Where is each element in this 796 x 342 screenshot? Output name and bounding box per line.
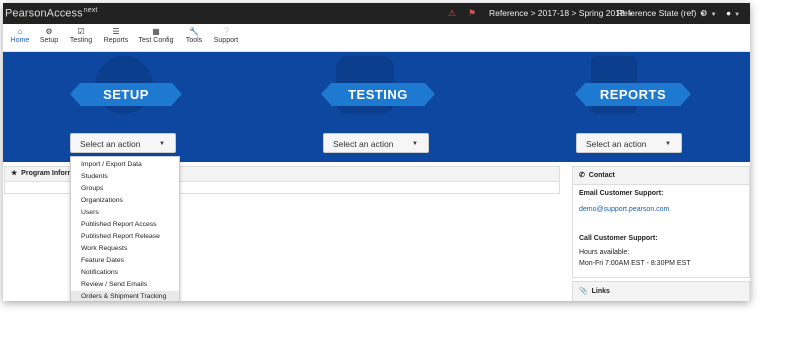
hours-label: Hours available: [579, 249, 630, 256]
brand-sup: next [83, 7, 98, 14]
caret-down-icon: ▼ [665, 141, 671, 147]
wrench-icon: 🔧 [189, 27, 199, 36]
caret-down-icon: ▼ [412, 141, 418, 147]
paperclip-icon: 📎 [579, 288, 588, 295]
menu-item-published-report-access[interactable]: Published Report Access [71, 219, 179, 231]
state-label: Reference State (ref) [617, 8, 697, 18]
support-email-link[interactable]: demo@support.pearson.com [579, 206, 669, 213]
menu-item-students[interactable]: Students [71, 171, 179, 183]
select-label: Select an action [80, 139, 141, 149]
flag-icon[interactable]: ⚑ [468, 8, 476, 19]
menu-item-feature-dates[interactable]: Feature Dates [71, 255, 179, 267]
testing-title: TESTING [348, 87, 408, 102]
panel-header: 📎 Links [573, 282, 749, 301]
email-label: Email Customer Support: [579, 190, 664, 197]
user-menu[interactable]: ● ▼ [726, 8, 740, 18]
state-selector[interactable]: Reference State (ref) ▼ [617, 8, 705, 18]
ribbon-tail [575, 83, 585, 105]
gear-icon: ⚙ [700, 8, 708, 18]
user-icon: ● [726, 8, 732, 18]
links-panel: 📎 Links [572, 281, 750, 301]
phone-icon: ✆ [579, 172, 585, 179]
nav-label: Tools [185, 37, 203, 44]
list-icon: ☰ [112, 27, 120, 36]
nav-tools[interactable]: 🔧 Tools [183, 27, 205, 44]
checkbox-icon: ☑ [77, 27, 85, 36]
menu-item-organizations[interactable]: Organizations [71, 195, 179, 207]
bell-icon[interactable]: ⚠ [448, 8, 456, 19]
nav-label: Support [213, 37, 239, 44]
contact-panel: ✆ Contact Email Customer Support: demo@s… [572, 166, 750, 278]
top-bar: PearsonAccessnext ⚠ ⚑ Reference > 2017-1… [3, 3, 750, 24]
setup-action-menu: Import / Export Data Students Groups Org… [70, 156, 180, 301]
home-icon: ⌂ [17, 27, 23, 36]
reports-ribbon: REPORTS [575, 83, 691, 106]
nav-label: Test Config [138, 37, 174, 44]
ribbon-tail [321, 83, 331, 105]
menu-item-groups[interactable]: Groups [71, 183, 179, 195]
setup-ribbon: SETUP [70, 83, 182, 106]
menu-item-review-send-emails[interactable]: Review / Send Emails [71, 279, 179, 291]
brand-text: PearsonAccess [5, 7, 83, 20]
nav-label: Setup [39, 37, 59, 44]
menu-item-orders-shipment[interactable]: Orders & Shipment Tracking [71, 291, 179, 301]
nav-support[interactable]: ❔ Support [212, 27, 240, 44]
call-label: Call Customer Support: [579, 235, 658, 242]
panel-title: Program Inform [21, 170, 74, 177]
hero-banner: SETUP TESTING REPORTS Select an action ▼… [3, 52, 750, 162]
nav-setup[interactable]: ⚙ Setup [37, 27, 61, 44]
ribbon-tail [425, 83, 435, 105]
testing-action-select[interactable]: Select an action ▼ [323, 133, 429, 153]
panel-title: Contact [588, 172, 615, 179]
brand-logo[interactable]: PearsonAccessnext [5, 7, 97, 20]
nav-home[interactable]: ⌂ Home [8, 27, 32, 44]
hours-value: Mon-Fri 7:00AM EST - 8:30PM EST [579, 260, 691, 267]
question-icon: ❔ [221, 27, 231, 36]
select-label: Select an action [586, 139, 647, 149]
context-label: Reference > 2017-18 > Spring 2018 [489, 8, 625, 18]
app-window: PearsonAccessnext ⚠ ⚑ Reference > 2017-1… [3, 3, 750, 301]
menu-item-published-report-release[interactable]: Published Report Release [71, 231, 179, 243]
settings-menu[interactable]: ⚙ ▼ [700, 8, 717, 19]
nav-label: Home [10, 37, 30, 44]
nav-test-config[interactable]: ▦ Test Config [138, 27, 174, 44]
context-selector[interactable]: Reference > 2017-18 > Spring 2018 ▼ [489, 8, 634, 18]
reports-title: REPORTS [599, 87, 667, 102]
panel-title: Links [591, 288, 610, 295]
setup-title: SETUP [103, 87, 149, 102]
chevron-down-icon: ▼ [734, 12, 741, 18]
ribbon-tail [172, 83, 182, 105]
reports-action-select[interactable]: Select an action ▼ [576, 133, 682, 153]
testing-ribbon: TESTING [321, 83, 435, 106]
ribbon-tail [70, 83, 80, 105]
main-nav: ⌂ Home ⚙ Setup ☑ Testing ☰ Reports ▦ Tes… [3, 24, 750, 52]
nav-label: Testing [69, 37, 93, 44]
menu-item-notifications[interactable]: Notifications [71, 267, 179, 279]
star-icon: ★ [11, 170, 18, 177]
nav-label: Reports [103, 37, 129, 44]
menu-item-work-requests[interactable]: Work Requests [71, 243, 179, 255]
nav-reports[interactable]: ☰ Reports [102, 27, 130, 44]
setup-action-select[interactable]: Select an action ▼ [70, 133, 176, 153]
gear-icon: ⚙ [45, 27, 53, 36]
ribbon-tail [681, 83, 691, 105]
nav-testing[interactable]: ☑ Testing [68, 27, 94, 44]
menu-item-users[interactable]: Users [71, 207, 179, 219]
chevron-down-icon: ▼ [710, 12, 717, 18]
table-icon: ▦ [152, 27, 160, 36]
menu-item-import-export[interactable]: Import / Export Data [71, 159, 179, 171]
panel-header: ✆ Contact [573, 167, 749, 185]
caret-down-icon: ▼ [159, 141, 165, 147]
select-label: Select an action [333, 139, 394, 149]
